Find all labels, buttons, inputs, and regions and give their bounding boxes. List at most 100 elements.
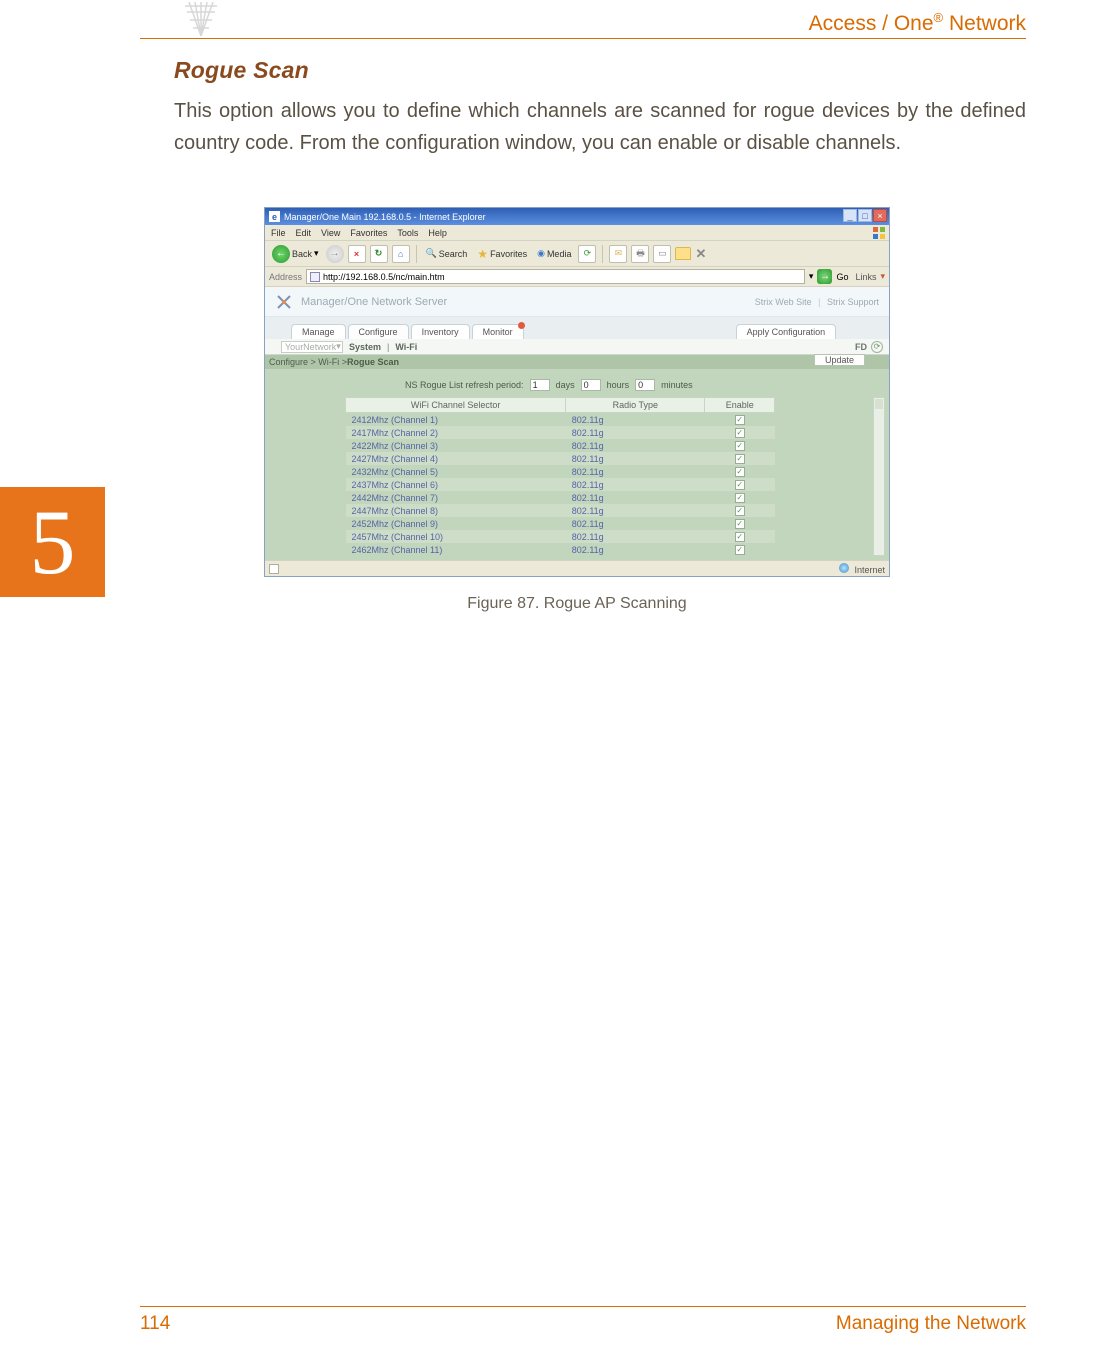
links-label[interactable]: Links — [855, 272, 876, 282]
edit-button[interactable]: ▭ — [653, 245, 671, 263]
page-number: 114 — [140, 1313, 170, 1335]
subtab-refresh-icon[interactable]: ⟳ — [871, 341, 883, 353]
header-divider — [140, 38, 1026, 39]
ie-titlebar[interactable]: e Manager/One Main 192.168.0.5 - Interne… — [265, 208, 889, 225]
table-row: 2422Mhz (Channel 3)802.11g✓ — [346, 439, 775, 452]
refresh-label: NS Rogue List refresh period: — [405, 380, 524, 390]
menu-view[interactable]: View — [321, 228, 340, 238]
cell-selector: 2452Mhz (Channel 9) — [346, 517, 566, 530]
enable-checkbox[interactable]: ✓ — [735, 506, 745, 516]
table-row: 2442Mhz (Channel 7)802.11g✓ — [346, 491, 775, 504]
menu-favorites[interactable]: Favorites — [350, 228, 387, 238]
enable-checkbox[interactable]: ✓ — [735, 454, 745, 464]
table-row: 2447Mhz (Channel 8)802.11g✓ — [346, 504, 775, 517]
chevron-down-icon: ▾ — [314, 248, 319, 259]
tab-manage[interactable]: Manage — [291, 324, 346, 339]
webpage-content: Manager/One Network Server Strix Web Sit… — [265, 287, 889, 560]
table-row: 2462Mhz (Channel 11)802.11g✓ — [346, 543, 775, 556]
refresh-period-row: NS Rogue List refresh period: 1 days 0 h… — [405, 379, 877, 391]
star-icon: ★ — [477, 247, 488, 261]
breadcrumb: Configure > Wi-Fi > Rogue Scan Update — [265, 355, 889, 369]
enable-checkbox[interactable]: ✓ — [735, 441, 745, 451]
figure: e Manager/One Main 192.168.0.5 - Interne… — [264, 207, 890, 613]
cell-radio: 802.11g — [566, 478, 705, 491]
ie-window: e Manager/One Main 192.168.0.5 - Interne… — [264, 207, 890, 577]
menu-file[interactable]: File — [271, 228, 286, 238]
section-paragraph: This option allows you to define which c… — [174, 95, 1026, 159]
enable-checkbox[interactable]: ✓ — [735, 415, 745, 425]
cell-enable: ✓ — [705, 517, 775, 530]
history-button[interactable]: ⟳ — [578, 245, 596, 263]
tab-inventory[interactable]: Inventory — [411, 324, 470, 339]
address-url: http://192.168.0.5/nc/main.htm — [323, 272, 445, 282]
ie-toolbar: ← Back ▾ → × ↻ ⌂ 🔍 Search ★ Favorites — [265, 241, 889, 267]
links-dropdown-icon[interactable]: ▾ — [880, 271, 885, 282]
subtab-system[interactable]: System — [349, 342, 381, 352]
menu-edit[interactable]: Edit — [296, 228, 312, 238]
media-button[interactable]: ◉ Media — [534, 247, 574, 260]
cell-enable: ✓ — [705, 465, 775, 478]
brand-right: Network — [943, 12, 1026, 35]
chapter-tab: 5 — [0, 487, 105, 597]
folder-button[interactable] — [675, 247, 691, 260]
days-input[interactable]: 1 — [530, 379, 550, 391]
print-button[interactable]: 🖶 — [631, 245, 649, 263]
enable-checkbox[interactable]: ✓ — [735, 480, 745, 490]
cell-selector: 2417Mhz (Channel 2) — [346, 426, 566, 439]
tab-configure[interactable]: Configure — [348, 324, 409, 339]
enable-checkbox[interactable]: ✓ — [735, 428, 745, 438]
address-dropdown-icon[interactable]: ▾ — [809, 271, 814, 282]
cell-radio: 802.11g — [566, 452, 705, 465]
table-row: 2432Mhz (Channel 5)802.11g✓ — [346, 465, 775, 478]
enable-checkbox[interactable]: ✓ — [735, 493, 745, 503]
mail-button[interactable]: ✉ — [609, 245, 627, 263]
hours-input[interactable]: 0 — [581, 379, 601, 391]
go-button[interactable]: → — [817, 269, 832, 284]
update-button[interactable]: Update — [814, 354, 865, 366]
cell-selector: 2427Mhz (Channel 4) — [346, 452, 566, 465]
tab-monitor[interactable]: Monitor — [472, 324, 524, 339]
breadcrumb-path: Configure > Wi-Fi > — [269, 357, 347, 367]
cell-enable: ✓ — [705, 452, 775, 465]
separator — [602, 245, 603, 263]
favorites-button[interactable]: ★ Favorites — [474, 246, 530, 262]
forward-button[interactable]: → — [326, 245, 344, 263]
link-strix-support[interactable]: Strix Support — [827, 297, 879, 307]
back-button[interactable]: ← Back ▾ — [269, 244, 322, 264]
minutes-input[interactable]: 0 — [635, 379, 655, 391]
network-selector[interactable]: YourNetwork▾ — [281, 341, 343, 353]
link-strix-site[interactable]: Strix Web Site — [755, 297, 812, 307]
channel-table: WiFi Channel Selector Radio Type Enable … — [345, 397, 775, 556]
fd-indicator: FD — [855, 342, 867, 352]
cell-radio: 802.11g — [566, 504, 705, 517]
footer-divider — [140, 1306, 1026, 1307]
enable-checkbox[interactable]: ✓ — [735, 519, 745, 529]
maximize-button[interactable]: □ — [858, 209, 872, 222]
separator — [416, 245, 417, 263]
enable-checkbox[interactable]: ✓ — [735, 545, 745, 555]
chapter-number: 5 — [30, 496, 76, 588]
cell-selector: 2462Mhz (Channel 11) — [346, 543, 566, 556]
go-label: Go — [836, 272, 848, 282]
address-input[interactable]: http://192.168.0.5/nc/main.htm — [306, 269, 805, 284]
cell-selector: 2457Mhz (Channel 10) — [346, 530, 566, 543]
cell-radio: 802.11g — [566, 530, 705, 543]
enable-checkbox[interactable]: ✓ — [735, 467, 745, 477]
strix-tool-icon[interactable]: ✕ — [695, 246, 706, 262]
search-button[interactable]: 🔍 Search — [423, 247, 471, 260]
menu-help[interactable]: Help — [428, 228, 447, 238]
windows-logo-icon — [872, 226, 886, 240]
minimize-button[interactable]: _ — [843, 209, 857, 222]
apply-configuration-button[interactable]: Apply Configuration — [736, 324, 837, 339]
ie-statusbar: Internet — [265, 560, 889, 576]
th-radio: Radio Type — [566, 398, 705, 413]
enable-checkbox[interactable]: ✓ — [735, 532, 745, 542]
scrollbar[interactable] — [873, 397, 885, 556]
home-button[interactable]: ⌂ — [392, 245, 410, 263]
subtab-wifi[interactable]: Wi-Fi — [395, 342, 417, 352]
close-button[interactable]: × — [873, 209, 887, 222]
refresh-button[interactable]: ↻ — [370, 245, 388, 263]
table-row: 2412Mhz (Channel 1)802.11g✓ — [346, 413, 775, 427]
stop-button[interactable]: × — [348, 245, 366, 263]
menu-tools[interactable]: Tools — [397, 228, 418, 238]
